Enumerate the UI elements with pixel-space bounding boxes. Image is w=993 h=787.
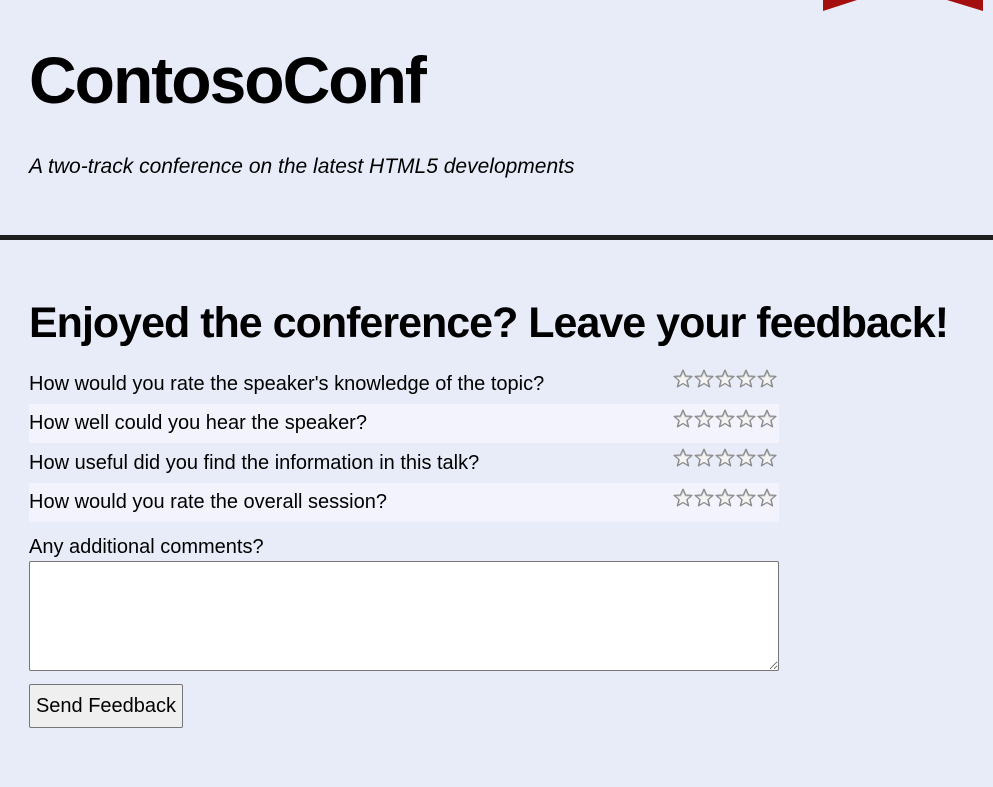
star-outline-icon[interactable] [736,448,756,468]
send-feedback-button[interactable]: Send Feedback [29,684,183,728]
star-outline-icon[interactable] [694,488,714,508]
star-outline-icon[interactable] [673,409,693,429]
question-text: How would you rate the overall session? [29,491,387,514]
comments-textarea[interactable] [29,561,779,671]
star-rating[interactable] [673,409,777,429]
site-title: ContosoConf [29,43,427,117]
site-header: ContosoConf A two-track conference on th… [0,0,993,236]
star-outline-icon[interactable] [715,369,735,389]
question-text: How well could you hear the speaker? [29,412,367,435]
question-row: How useful did you find the information … [29,443,779,483]
question-text: How would you rate the speaker's knowled… [29,372,545,395]
question-text: How useful did you find the information … [29,451,480,474]
star-rating[interactable] [673,448,777,468]
feedback-heading: Enjoyed the conference? Leave your feedb… [29,299,949,347]
star-outline-icon[interactable] [736,409,756,429]
star-rating[interactable] [673,488,777,508]
header-divider [0,235,993,240]
star-outline-icon[interactable] [694,409,714,429]
star-outline-icon[interactable] [757,488,777,508]
star-outline-icon[interactable] [715,409,735,429]
star-outline-icon[interactable] [736,488,756,508]
star-outline-icon[interactable] [757,369,777,389]
question-row: How would you rate the speaker's knowled… [29,364,779,404]
site-tagline: A two-track conference on the latest HTM… [29,155,575,178]
comments-label: Any additional comments? [29,536,264,558]
star-outline-icon[interactable] [673,369,693,389]
star-outline-icon[interactable] [757,409,777,429]
feedback-questions: How would you rate the speaker's knowled… [29,364,779,522]
star-outline-icon[interactable] [736,369,756,389]
question-row: How well could you hear the speaker? [29,403,779,443]
star-outline-icon[interactable] [715,448,735,468]
star-outline-icon[interactable] [757,448,777,468]
star-outline-icon[interactable] [673,448,693,468]
question-row: How would you rate the overall session? [29,482,779,522]
star-outline-icon[interactable] [694,369,714,389]
star-outline-icon[interactable] [694,448,714,468]
star-outline-icon[interactable] [715,488,735,508]
star-rating[interactable] [673,369,777,389]
star-outline-icon[interactable] [673,488,693,508]
